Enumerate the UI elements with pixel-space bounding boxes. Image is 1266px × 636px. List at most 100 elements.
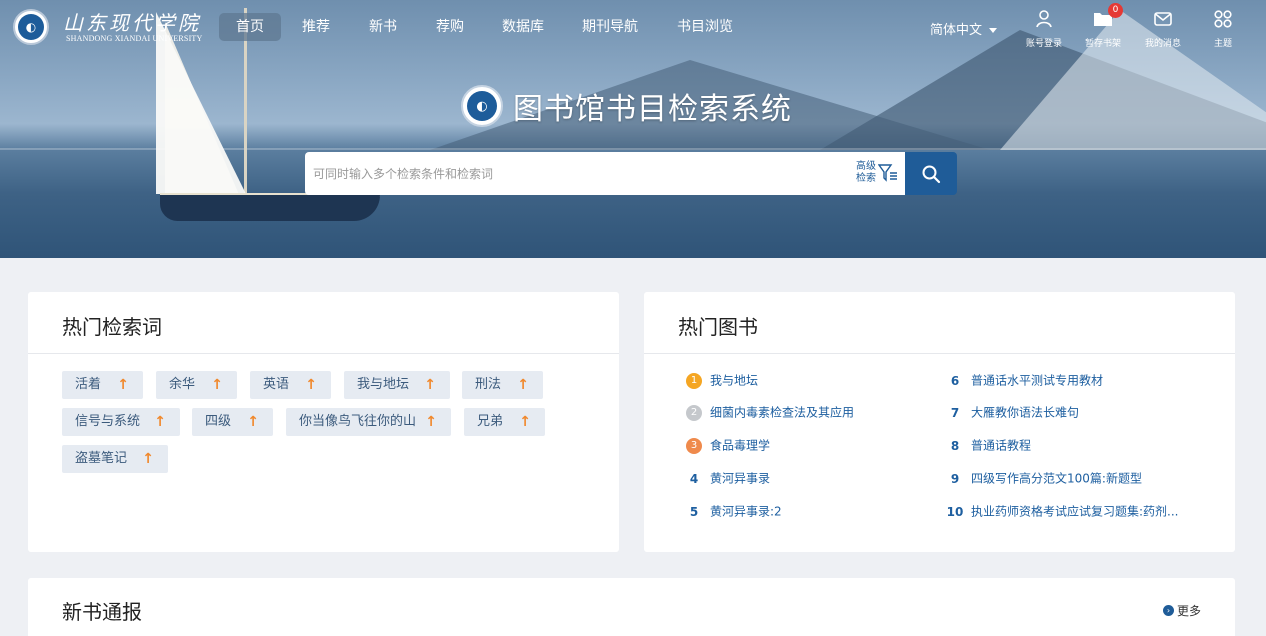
university-name-en: SHANDONG XIANDAI UNIVERSITY [66,34,203,43]
book-title: 我与地坛 [710,373,759,388]
book-title: 执业药师资格考试应试复习题集:药剂... [971,504,1179,519]
library-logo-icon: ◐ [461,85,503,127]
hot-book-item[interactable]: 7 大雁教你语法长难句 [947,403,1079,421]
rank-badge: 2 [686,404,702,421]
hot-book-item[interactable]: 9 四级写作高分范文100篇:新题型 [947,469,1142,487]
hot-word-text: 盗墓笔记 [75,451,128,466]
shelf-count-badge: 0 [1108,3,1123,18]
rank-number: 6 [950,373,960,388]
book-title: 食品毒理学 [710,438,771,453]
new-books-title: 新书通报 [62,600,142,624]
mail-icon [1137,8,1189,30]
book-title: 黄河异事录 [710,471,771,486]
hot-word-text: 四级 [205,414,232,429]
hot-word-text: 余华 [169,377,196,392]
hot-word-text: 英语 [263,377,290,392]
messages-label: 我的消息 [1144,39,1181,49]
search-icon [922,165,941,183]
top-navigation-bar: ◐ 山东现代学院 SHANDONG XIANDAI UNIVERSITY 首页 … [0,0,1266,56]
hot-word-text: 活着 [75,377,102,392]
system-title: ◐ 图书馆书目检索系统 [461,84,792,128]
page-title: 图书馆书目检索系统 [513,92,792,127]
hot-book-item[interactable]: 8 普通话教程 [947,436,1031,454]
chevron-right-icon: › [1162,605,1174,616]
hot-word-tag[interactable]: 活着 ↑ [62,371,143,399]
hot-word-text: 你当像鸟飞往你的山 [299,414,417,429]
logo-emblem-icon: ◐ [467,91,497,121]
university-logo-icon[interactable]: ◐ [13,9,49,45]
hot-books-card: 热门图书 1 我与地坛 2 细菌内毒素检查法及其应用 3 食品毒理学 4 黄河异事录 5… [644,292,1235,552]
arrow-up-icon: ↑ [247,414,259,430]
hot-book-item[interactable]: 4 黄河异事录 [686,469,770,487]
nav-journal-guide[interactable]: 期刊导航 [582,13,638,41]
hot-word-text: 我与地坛 [357,377,410,392]
nav-home[interactable]: 首页 [219,13,281,41]
hot-word-text: 刑法 [475,377,502,392]
book-title: 黄河异事录:2 [710,504,782,519]
language-selector[interactable]: 简体中文 [930,19,998,38]
rank-number: 7 [950,405,960,420]
search-button[interactable] [905,152,957,195]
arrow-up-icon: ↑ [305,377,317,393]
hot-word-tag[interactable]: 信号与系统 ↑ [62,408,180,436]
nav-catalog-browse[interactable]: 书目浏览 [677,13,733,41]
hot-word-tag[interactable]: 四级 ↑ [192,408,273,436]
nav-new-books[interactable]: 新书 [369,13,397,41]
advanced-search-link[interactable]: 高级 检索 [856,161,876,185]
rank-badge: 1 [686,372,702,389]
nav-recommend[interactable]: 推荐 [302,13,330,41]
book-title: 普通话教程 [971,438,1032,453]
arrow-up-icon: ↑ [517,377,529,393]
advanced-search-label-1: 高级 [856,161,876,172]
advanced-search-label-2: 检索 [856,173,876,184]
hot-word-text: 信号与系统 [75,414,141,429]
hot-book-item[interactable]: 10 执业药师资格考试应试复习题集:药剂... [944,502,1179,520]
hot-word-tag[interactable]: 余华 ↑ [156,371,237,399]
boat-hull [160,195,380,221]
shelf-button[interactable]: 0 暂存书架 [1078,3,1128,49]
more-link[interactable]: › 更多 [1162,602,1201,619]
hot-book-item[interactable]: 1 我与地坛 [686,371,758,389]
login-button[interactable]: 账号登录 [1019,8,1069,49]
theme-label: 主题 [1213,39,1232,49]
search-bar: 高级 检索 [305,152,905,195]
hot-search-words-card: 热门检索词 活着 ↑ 余华 ↑ 英语 ↑ 我与地坛 ↑ 刑法 ↑ 信号与系统 ↑ 四级 ↑ 你… [28,292,619,552]
user-icon [1019,8,1069,30]
hot-book-item[interactable]: 2 细菌内毒素检查法及其应用 [686,403,854,421]
arrow-up-icon: ↑ [142,451,154,467]
hot-book-item[interactable]: 5 黄河异事录:2 [686,502,782,520]
book-title: 四级写作高分范文100篇:新题型 [971,471,1142,486]
hot-book-item[interactable]: 3 食品毒理学 [686,436,770,454]
hot-words-title: 热门检索词 [28,292,619,354]
hot-word-tag[interactable]: 英语 ↑ [250,371,331,399]
rank-number: 4 [689,471,699,486]
search-input[interactable] [313,152,843,195]
login-label: 账号登录 [1025,39,1062,49]
nav-database[interactable]: 数据库 [502,13,544,41]
rank-number: 9 [950,471,960,486]
arrow-up-icon: ↑ [425,414,437,430]
messages-button[interactable]: 我的消息 [1137,8,1189,49]
folder-icon: 0 [1078,3,1128,30]
book-title: 普通话水平测试专用教材 [971,373,1104,388]
nav-purchase-suggest[interactable]: 荐购 [436,13,464,41]
arrow-up-icon: ↑ [154,414,166,430]
main-nav: 首页 推荐 新书 荐购 数据库 期刊导航 书目浏览 [219,13,733,41]
theme-button[interactable]: 主题 [1203,8,1243,49]
hot-word-tag[interactable]: 盗墓笔记 ↑ [62,445,168,473]
rank-badge: 3 [686,437,702,454]
hot-word-tag[interactable]: 刑法 ↑ [462,371,543,399]
theme-grid-icon [1203,8,1243,30]
book-title: 细菌内毒素检查法及其应用 [710,405,855,420]
hot-word-tag[interactable]: 兄弟 ↑ [464,408,545,436]
university-name[interactable]: 山东现代学院 [63,7,201,36]
filter-icon[interactable] [877,163,898,187]
hot-word-text: 兄弟 [477,414,504,429]
arrow-up-icon: ↑ [519,414,531,430]
hot-word-tag[interactable]: 我与地坛 ↑ [344,371,450,399]
more-label: 更多 [1176,604,1201,618]
language-label: 简体中文 [930,23,983,38]
hot-book-item[interactable]: 6 普通话水平测试专用教材 [947,371,1103,389]
hot-word-tag[interactable]: 你当像鸟飞往你的山 ↑ [286,408,451,436]
rank-number: 10 [946,504,964,519]
